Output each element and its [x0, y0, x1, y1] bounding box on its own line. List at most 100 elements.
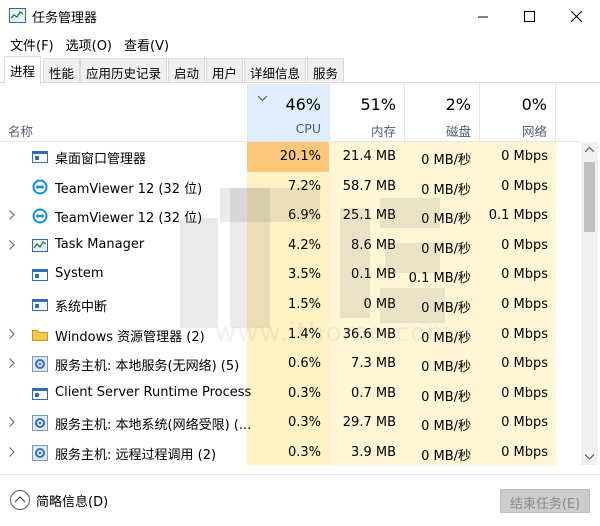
memory-cell: 8.6 MB: [351, 237, 396, 253]
process-name: TeamViewer 12 (32 位): [55, 181, 203, 197]
tab-startup[interactable]: 启动: [168, 58, 206, 82]
disk-cell: 0 MB/秒: [421, 212, 471, 228]
disk-label: 磁盘: [445, 124, 471, 139]
menu-bar: 文件(F) 选项(O) 查看(V): [0, 32, 600, 54]
memory-label: 内存: [370, 124, 396, 139]
minimize-icon: [477, 16, 488, 17]
network-column-header[interactable]: 0% 网络: [479, 84, 556, 142]
disk-column-header[interactable]: 2% 磁盘: [404, 84, 479, 142]
network-cell: 0 Mbps: [501, 297, 548, 312]
tab-performance[interactable]: 性能: [43, 58, 81, 82]
memory-cell: 7.3 MB: [351, 356, 396, 372]
disk-cell: 0 MB/秒: [421, 389, 471, 405]
minimize-button[interactable]: [460, 0, 506, 32]
name-column-header[interactable]: 名称: [8, 121, 33, 140]
window-icon: [32, 149, 48, 165]
network-cell: 0 Mbps: [501, 445, 548, 460]
disk-cell: 0 MB/秒: [421, 301, 471, 316]
menu-file[interactable]: 文件(F): [4, 32, 60, 54]
tab-app-history[interactable]: 应用历史记录: [80, 58, 168, 82]
cpu-column-header[interactable]: 46% CPU: [247, 84, 329, 142]
process-row[interactable]: Task Manager 4.2% 8.6 MB 0 MB/秒 0 Mbps: [0, 231, 580, 261]
network-cell: 0 Mbps: [501, 415, 548, 431]
process-row[interactable]: 服务主机: 远程过程调用 (2) 0.3% 3.9 MB 0 MB/秒 0 Mbps: [0, 438, 580, 465]
disk-cell: 0 MB/秒: [421, 449, 471, 464]
tab-details[interactable]: 详细信息: [244, 58, 307, 82]
cpu-cell: 20.1%: [247, 142, 329, 172]
disk-cell: 0 MB/秒: [421, 182, 471, 198]
expand-chevron-icon[interactable]: [9, 416, 15, 431]
folder-icon: [32, 327, 48, 343]
fewer-details-link[interactable]: 简略信息(D): [36, 491, 108, 510]
scrollbar-thumb[interactable]: [584, 162, 595, 232]
title-bar[interactable]: 任务管理器: [0, 0, 600, 32]
process-row[interactable]: System 3.5% 0.1 MB 0.1 MB/秒 0 Mbps: [0, 260, 580, 290]
process-row[interactable]: 服务主机: 本地服务(无网络) (5) 0.6% 7.3 MB 0 MB/秒 0 Mbp…: [0, 349, 580, 379]
cpu-cell: 0.3%: [287, 445, 321, 460]
cpu-label: CPU: [295, 121, 321, 136]
memory-total: 51%: [360, 95, 396, 114]
process-row[interactable]: 桌面窗口管理器 20.1% 21.4 MB 0 MB/秒 0 Mbps: [0, 142, 580, 172]
expand-chevron-icon[interactable]: [9, 446, 15, 461]
menu-options[interactable]: 选项(O): [60, 32, 118, 54]
maximize-icon: [523, 10, 535, 22]
gear-icon: [32, 415, 48, 432]
window-icon: [32, 386, 48, 402]
cpu-cell: 0.3%: [287, 415, 321, 431]
memory-cell: 3.9 MB: [351, 445, 396, 460]
memory-cell: 58.7 MB: [342, 178, 396, 194]
column-header: 名称 46% CPU 51% 内存 2% 磁盘 0% 网络: [0, 84, 580, 142]
cpu-cell: 4.2%: [287, 237, 321, 253]
task-manager-app-icon: [9, 8, 26, 23]
teamviewer-icon: [32, 179, 48, 195]
tab-users[interactable]: 用户: [206, 58, 244, 82]
network-cell: 0 Mbps: [501, 267, 548, 283]
network-total: 0%: [521, 95, 547, 114]
scroll-up-icon: [585, 147, 594, 153]
process-row[interactable]: TeamViewer 12 (32 位) 7.2% 58.7 MB 0 MB/秒 0 M…: [0, 172, 580, 202]
window-icon: [32, 267, 48, 283]
vertical-scrollbar[interactable]: [581, 142, 598, 465]
network-cell: 0 Mbps: [501, 149, 548, 164]
expand-chevron-icon[interactable]: [9, 328, 15, 343]
network-cell: 0.1 Mbps: [488, 208, 548, 224]
menu-view[interactable]: 查看(V): [118, 32, 175, 54]
memory-cell: 21.4 MB: [342, 149, 396, 164]
process-row[interactable]: Client Server Runtime Process 0.3% 0.7 MB 0…: [0, 379, 580, 409]
close-button[interactable]: [553, 0, 599, 32]
process-name: 服务主机: 本地系统(网络受限) (...: [55, 418, 252, 434]
cpu-cell: 0.6%: [287, 356, 321, 372]
collapse-chevron-icon[interactable]: [10, 490, 30, 510]
network-label: 网络: [521, 124, 547, 139]
expand-chevron-icon[interactable]: [9, 209, 15, 224]
cpu-cell: 3.5%: [287, 267, 321, 283]
process-row[interactable]: 服务主机: 本地系统(网络受限) (... 0.3% 29.7 MB 0 MB/秒 0 …: [0, 408, 580, 438]
expand-chevron-icon[interactable]: [9, 239, 15, 254]
cpu-cell: 1.5%: [287, 297, 321, 312]
end-task-button[interactable]: 结束任务(E): [500, 489, 590, 513]
disk-total: 2%: [445, 95, 471, 114]
cpu-cell: 6.9%: [287, 208, 321, 224]
process-list: 桌面窗口管理器 20.1% 21.4 MB 0 MB/秒 0 Mbps TeamViewe…: [0, 142, 580, 465]
disk-cell: 0.1 MB/秒: [408, 271, 471, 287]
process-row[interactable]: TeamViewer 12 (32 位) 6.9% 25.1 MB 0 MB/秒 0.1…: [0, 201, 580, 231]
memory-cell: 0.1 MB: [351, 267, 396, 283]
window-icon: [32, 297, 48, 313]
process-row[interactable]: 系统中断 1.5% 0 MB 0 MB/秒 0 Mbps: [0, 290, 580, 320]
maximize-button[interactable]: [506, 0, 552, 32]
tab-strip: 进程 性能 应用历史记录 启动 用户 详细信息 服务: [0, 56, 600, 84]
scroll-down-icon: [585, 454, 594, 460]
cpu-cell: 0.3%: [287, 385, 321, 401]
process-name: Client Server Runtime Process: [55, 384, 252, 400]
tab-processes[interactable]: 进程: [4, 56, 42, 84]
tab-services[interactable]: 服务: [307, 58, 345, 82]
process-name: 桌面窗口管理器: [55, 152, 147, 167]
close-icon: [570, 10, 582, 22]
network-cell: 0 Mbps: [501, 178, 548, 194]
expand-chevron-icon[interactable]: [9, 357, 15, 372]
watermark-url: www.ithome.com: [215, 318, 454, 348]
disk-cell: 0 MB/秒: [421, 360, 471, 376]
window-title: 任务管理器: [32, 11, 98, 26]
process-name: Task Manager: [55, 236, 145, 252]
memory-column-header[interactable]: 51% 内存: [329, 84, 404, 142]
